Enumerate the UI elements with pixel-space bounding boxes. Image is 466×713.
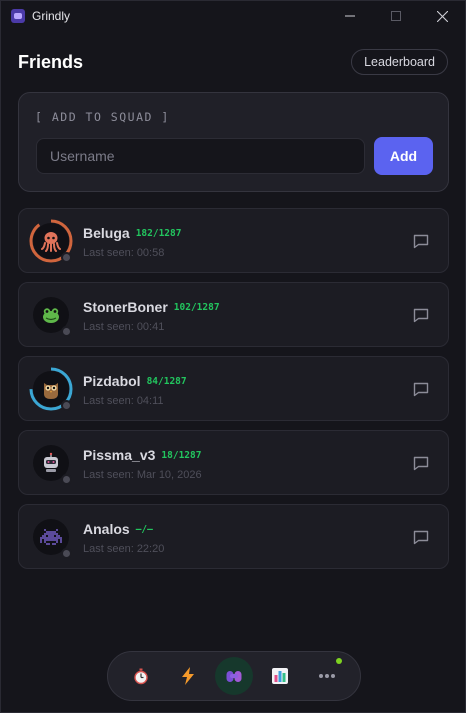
title-bar: Grindly <box>1 1 465 31</box>
maximize-button[interactable] <box>373 1 419 31</box>
message-icon[interactable] <box>412 528 430 546</box>
friend-name: StonerBoner <box>83 299 168 315</box>
friend-name: Beluga <box>83 225 130 241</box>
more-icon <box>318 674 335 678</box>
add-to-squad-label: [ ADD TO SQUAD ] <box>35 110 170 124</box>
message-icon[interactable] <box>412 454 430 472</box>
leaderboard-button[interactable]: Leaderboard <box>351 49 448 75</box>
friend-progress: —/— <box>135 524 153 535</box>
last-seen: Last seen: 04:11 <box>83 395 164 407</box>
bottom-nav <box>107 651 361 701</box>
friend-card[interactable]: Analos —/— Last seen: 22:20 <box>18 504 449 569</box>
page-header: Friends Leaderboard <box>18 49 448 75</box>
friend-name: Pizdabol <box>83 373 141 389</box>
friend-list: Beluga 182/1287 Last seen: 00:58 StonerB… <box>18 208 449 578</box>
octopus-icon <box>41 232 61 252</box>
friend-card[interactable]: Pissma_v3 18/1287 Last seen: Mar 10, 2026 <box>18 430 449 495</box>
status-dot <box>61 400 72 411</box>
status-dot <box>61 252 72 263</box>
maximize-icon <box>391 11 401 21</box>
nav-activity[interactable] <box>169 657 207 695</box>
nav-more[interactable] <box>308 657 346 695</box>
avatar <box>29 367 73 411</box>
nav-stats[interactable] <box>261 657 299 695</box>
space-invader-icon <box>40 529 62 545</box>
friends-icon <box>226 671 242 682</box>
nav-friends[interactable] <box>214 657 253 695</box>
last-seen: Last seen: 22:20 <box>83 543 165 555</box>
window-controls <box>327 1 465 31</box>
avatar <box>29 293 73 337</box>
avatar <box>29 441 73 485</box>
friend-progress: 84/1287 <box>146 376 187 387</box>
last-seen: Last seen: 00:58 <box>83 247 165 259</box>
friend-card[interactable]: Pizdabol 84/1287 Last seen: 04:11 <box>18 356 449 421</box>
friend-progress: 102/1287 <box>173 302 220 313</box>
page-title: Friends <box>18 51 84 72</box>
window-title: Grindly <box>32 9 71 23</box>
status-dot <box>61 548 72 559</box>
status-dot <box>61 474 72 485</box>
friend-card[interactable]: Beluga 182/1287 Last seen: 00:58 <box>18 208 449 273</box>
stopwatch-icon <box>134 668 148 685</box>
owl-icon <box>44 383 58 399</box>
notification-dot <box>335 658 342 664</box>
add-button[interactable]: Add <box>374 137 433 175</box>
friend-progress: 182/1287 <box>135 228 182 239</box>
last-seen: Last seen: Mar 10, 2026 <box>83 469 202 481</box>
robot-icon <box>44 452 58 472</box>
close-icon <box>436 10 448 22</box>
friend-card[interactable]: StonerBoner 102/1287 Last seen: 00:41 <box>18 282 449 347</box>
friend-name: Pissma_v3 <box>83 447 156 463</box>
friend-name: Analos <box>83 521 130 537</box>
app-window: Grindly Friends Leaderboard [ ADD TO SQU… <box>0 0 466 713</box>
frog-icon <box>43 308 59 323</box>
friend-progress: 18/1287 <box>161 450 202 461</box>
avatar <box>29 219 73 263</box>
minimize-icon <box>345 15 355 17</box>
grindly-logo-icon <box>11 9 25 23</box>
minimize-button[interactable] <box>327 1 373 31</box>
chart-icon <box>272 668 289 684</box>
lightning-icon <box>181 667 194 685</box>
avatar <box>29 515 73 559</box>
message-icon[interactable] <box>412 380 430 398</box>
message-icon[interactable] <box>412 232 430 250</box>
last-seen: Last seen: 00:41 <box>83 321 165 333</box>
add-to-squad-card: [ ADD TO SQUAD ] Add <box>18 92 449 192</box>
nav-timer[interactable] <box>122 657 160 695</box>
close-button[interactable] <box>419 1 465 31</box>
message-icon[interactable] <box>412 306 430 324</box>
username-input[interactable] <box>36 138 365 174</box>
status-dot <box>61 326 72 337</box>
